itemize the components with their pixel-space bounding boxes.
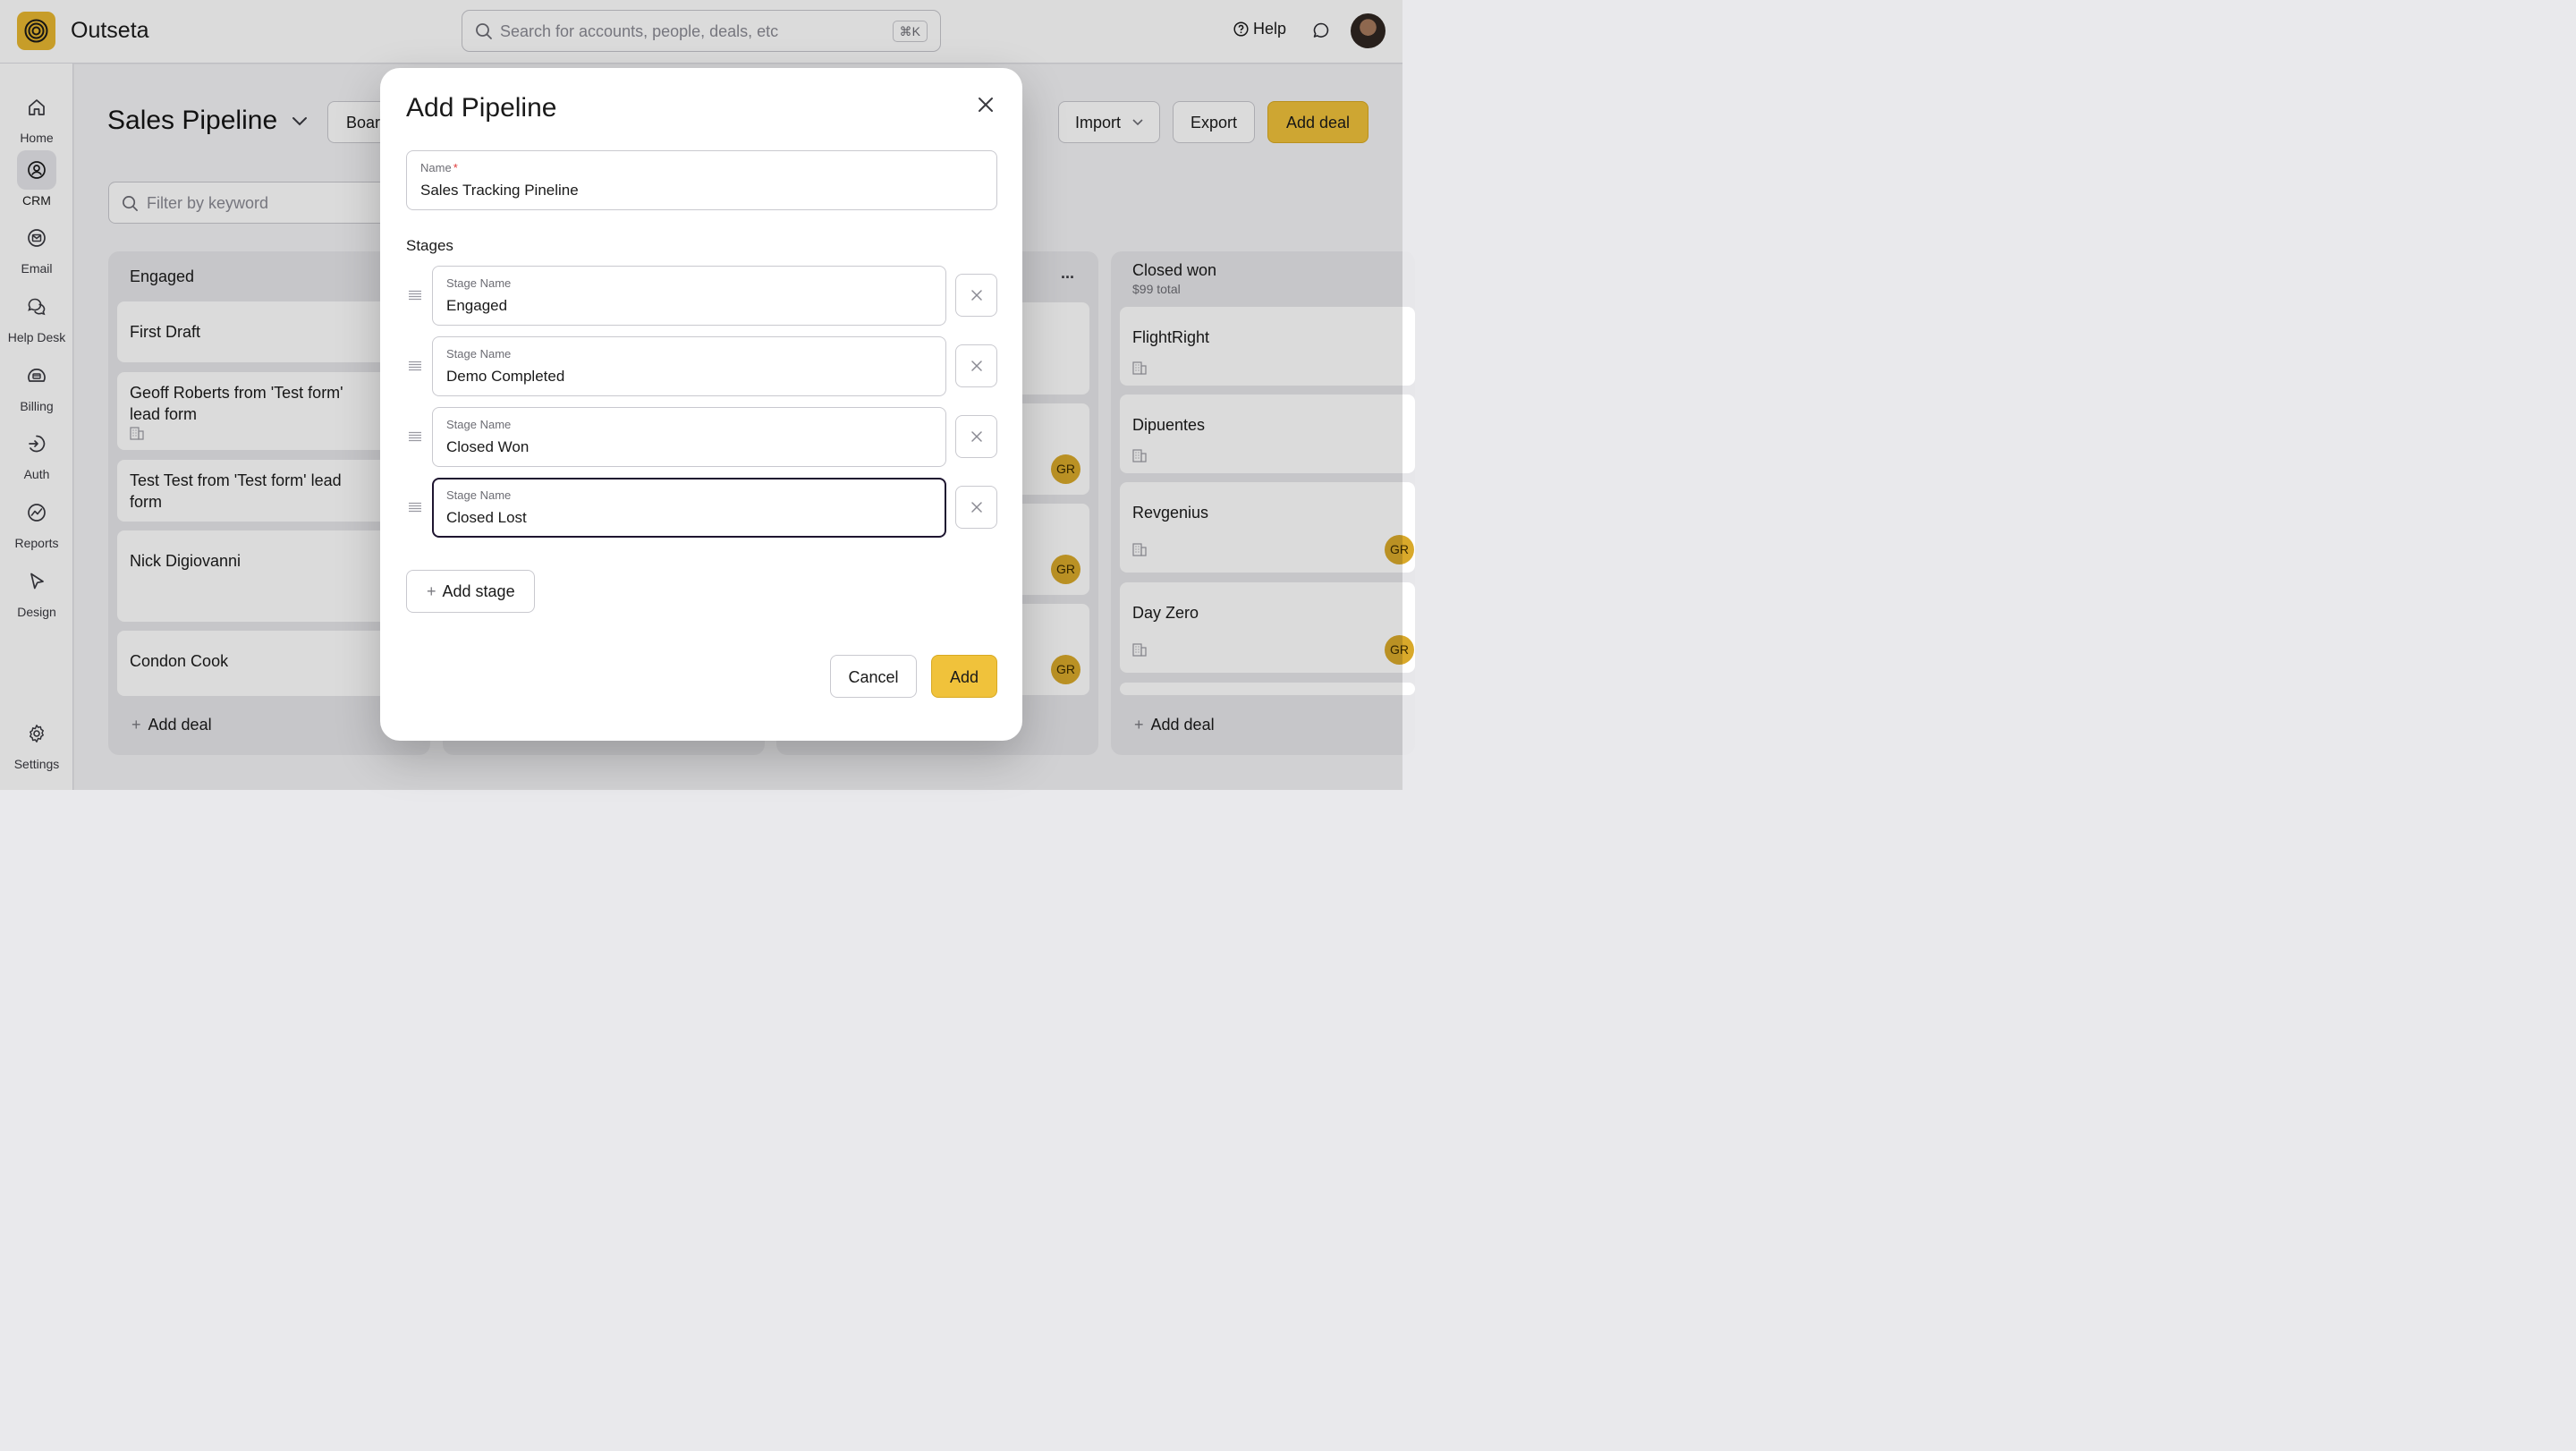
drag-handle-icon[interactable] [408,502,422,513]
stage-name-value: Demo Completed [446,368,565,385]
stages-heading: Stages [406,237,453,254]
stage-row: Stage Name Demo Completed [406,336,997,396]
stage-row: Stage Name Closed Lost [406,478,997,538]
add-pipeline-dialog: Add Pipeline Name * Sales Tracking Pineli… [380,68,1022,741]
stage-name-field[interactable]: Stage Name Engaged [432,266,946,326]
pipeline-name-field[interactable]: Name * Sales Tracking Pineline [406,150,997,210]
stage-row: Stage Name Closed Won [406,407,997,467]
close-icon [970,290,982,301]
remove-stage-button[interactable] [955,344,997,387]
remove-stage-button[interactable] [955,415,997,458]
add-stage-button[interactable]: + Add stage [406,570,535,613]
close-icon [970,431,982,442]
stage-field-label: Stage Name [446,488,512,502]
stage-name-value: Engaged [446,297,508,314]
stage-name-field[interactable]: Stage Name Closed Lost [432,478,946,538]
stage-name-field[interactable]: Stage Name Closed Won [432,407,946,467]
stage-row: Stage Name Engaged [406,266,997,326]
close-icon [970,502,982,513]
remove-stage-button[interactable] [955,274,997,317]
pipeline-name-value: Sales Tracking Pineline [420,182,579,199]
remove-stage-button[interactable] [955,486,997,529]
stage-name-field[interactable]: Stage Name Demo Completed [432,336,946,396]
required-asterisk: * [453,161,458,174]
close-icon [970,361,982,371]
stage-field-label: Stage Name [446,418,512,431]
add-stage-label: Add stage [442,582,515,600]
plus-icon: + [427,582,436,600]
stage-field-label: Stage Name [446,276,512,290]
stage-field-label: Stage Name [446,347,512,361]
stage-name-value: Closed Won [446,438,530,455]
stage-name-value: Closed Lost [446,509,527,526]
add-button[interactable]: Add [931,655,997,698]
drag-handle-icon[interactable] [408,361,422,371]
name-field-label: Name * [420,161,458,174]
drag-handle-icon[interactable] [408,290,422,301]
close-icon [979,98,993,112]
dialog-title: Add Pipeline [406,93,557,123]
drag-handle-icon[interactable] [408,431,422,442]
close-button[interactable] [978,97,994,117]
cancel-button[interactable]: Cancel [830,655,917,698]
